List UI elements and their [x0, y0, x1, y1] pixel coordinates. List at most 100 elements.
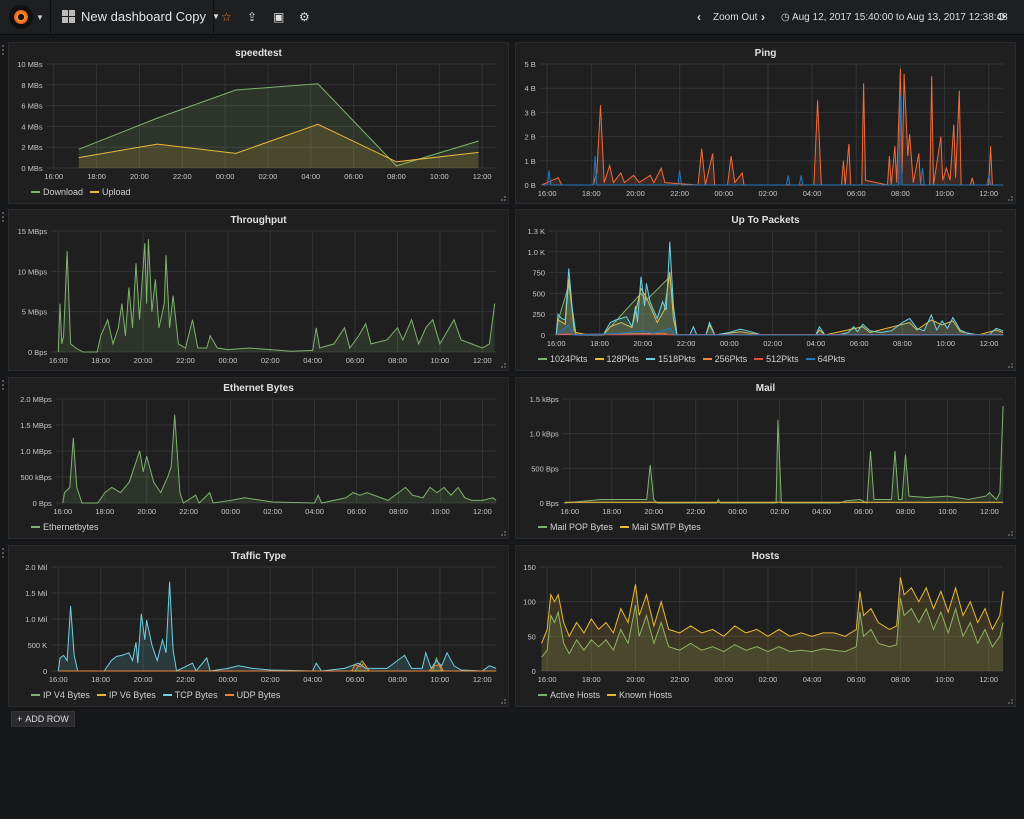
panel-resize-handle[interactable]: [501, 531, 506, 536]
legend-item[interactable]: Mail POP Bytes: [538, 522, 613, 532]
y-tick-label: 10 MBs: [17, 60, 43, 69]
save-icon[interactable]: ▣: [273, 10, 284, 24]
legend-item[interactable]: Mail SMTP Bytes: [619, 522, 701, 532]
graph[interactable]: 0 250 500 750 1.0 K 1.3 K 16:00 18:00 20:00 22:00…: [516, 210, 1017, 372]
legend-item[interactable]: 512Pkts: [754, 354, 799, 364]
legend-item[interactable]: Download: [31, 187, 83, 197]
x-tick-label: 20:00: [626, 675, 645, 684]
row-drag-handle[interactable]: [2, 380, 4, 390]
graph[interactable]: 0 50 100 150 16:00 18:00 20:00 22:00 00:00 02:00 0…: [516, 546, 1017, 708]
x-tick-label: 22:00: [176, 675, 195, 684]
x-tick-label: 08:00: [891, 189, 910, 198]
time-forward-chevron-icon[interactable]: ›: [761, 10, 765, 24]
x-tick-label: 22:00: [686, 507, 705, 516]
panel-speedtest: speedtest 0 MBs 2 MBs 4 MBs 6 MBs 8 MBs 10 MBs…: [2, 42, 510, 205]
y-tick-label: 0: [532, 667, 536, 676]
panel-resize-handle[interactable]: [1008, 531, 1013, 536]
x-tick-label: 06:00: [347, 507, 366, 516]
panel-resize-handle[interactable]: [1008, 196, 1013, 201]
time-range-picker[interactable]: ◷ Aug 12, 2017 15:40:00 to Aug 13, 2017 …: [781, 12, 1008, 23]
y-tick-label: 1.0 K: [527, 248, 545, 257]
legend-item[interactable]: Upload: [90, 187, 131, 197]
time-back-chevron-icon[interactable]: ‹: [697, 10, 701, 24]
x-tick-label: 02:00: [759, 189, 778, 198]
panel-resize-handle[interactable]: [501, 699, 506, 704]
y-tick-label: 500: [532, 289, 545, 298]
legend-item[interactable]: 128Pkts: [594, 354, 640, 364]
row-drag-handle[interactable]: [2, 548, 4, 558]
legend-item[interactable]: 1024Pkts: [538, 354, 588, 364]
y-tick-label: 0 B: [525, 181, 536, 190]
legend-item[interactable]: Active Hosts: [538, 690, 600, 700]
share-icon[interactable]: ⇪: [247, 10, 257, 24]
row-drag-handle[interactable]: [2, 212, 4, 222]
x-tick-label: 04:00: [806, 339, 825, 348]
legend-label: 128Pkts: [606, 354, 640, 364]
legend-item[interactable]: IP V6 Bytes: [96, 690, 156, 700]
x-tick-label: 08:00: [387, 172, 406, 181]
zoom-out-button[interactable]: Zoom Out: [713, 12, 757, 23]
x-tick-label: 10:00: [430, 172, 449, 181]
x-tick-label: 22:00: [670, 675, 689, 684]
row-drag-handle[interactable]: [2, 45, 4, 55]
x-tick-label: 04:00: [803, 675, 822, 684]
graph[interactable]: 0 Bps 5 MBps 10 MBps 15 MBps 16:00 18:00 20:00…: [9, 210, 510, 372]
panel-resize-handle[interactable]: [1008, 363, 1013, 368]
x-tick-label: 18:00: [590, 339, 609, 348]
legend-swatch: [31, 526, 40, 528]
grafana-logo-icon: [14, 10, 28, 24]
x-tick-label: 08:00: [891, 675, 910, 684]
graph[interactable]: 0 500 K 1.0 Mil 1.5 Mil 2.0 Mil 16:00 18:00 20:…: [9, 546, 510, 708]
panel-resize-handle[interactable]: [1008, 699, 1013, 704]
graph[interactable]: 0 B 1 B 2 B 3 B 4 B 5 B 16:00 18:00 20:00 22:00 00…: [516, 43, 1017, 205]
legend-item[interactable]: 256Pkts: [702, 354, 747, 364]
graph[interactable]: 0 MBs 2 MBs 4 MBs 6 MBs 8 MBs 10 MBs 16:00 18:0…: [9, 43, 510, 205]
legend-item[interactable]: Known Hosts: [607, 690, 672, 700]
x-tick-label: 18:00: [95, 507, 114, 516]
panel-resize-handle[interactable]: [501, 363, 506, 368]
x-tick-label: 06:00: [847, 675, 866, 684]
legend-item[interactable]: UDP Bytes: [224, 690, 280, 700]
graph[interactable]: 0 Bps 500 Bps 1.0 kBps 1.5 kBps 16:00 18:00 20…: [516, 378, 1017, 540]
y-tick-label: 5 MBps: [22, 308, 48, 317]
x-tick-label: 18:00: [87, 172, 106, 181]
grafana-logo-menu[interactable]: [9, 5, 33, 29]
legend-item[interactable]: 1518Pkts: [646, 354, 696, 364]
refresh-icon[interactable]: ⟳: [997, 10, 1007, 24]
panel-ping: Ping 0 B1 B2 B3 B4 B5 B 16:00 18:00 20:00 22:…: [515, 42, 1016, 204]
y-tick-label: 250: [532, 310, 545, 319]
x-tick-label: 00:00: [714, 675, 733, 684]
legend: IP V4 Bytes IP V6 Bytes TCP Bytes UDP Bytes: [31, 690, 280, 700]
legend-item[interactable]: 64Pkts: [805, 354, 845, 364]
x-tick-label: 12:00: [473, 172, 492, 181]
x-tick-label: 20:00: [626, 189, 645, 198]
x-tick-label: 08:00: [388, 356, 407, 365]
x-tick-label: 02:00: [261, 356, 280, 365]
legend-item[interactable]: Ethernetbytes: [31, 522, 99, 532]
legend-swatch: [31, 191, 40, 193]
x-tick-label: 18:00: [602, 507, 621, 516]
y-tick-label: 2.0 Mil: [25, 563, 47, 572]
dashboard-title: New dashboard Copy: [81, 9, 207, 24]
star-icon[interactable]: ☆: [221, 10, 232, 24]
x-tick-label: 02:00: [259, 172, 278, 181]
add-row-button[interactable]: + ADD ROW: [11, 711, 75, 727]
x-tick-label: 10:00: [935, 189, 954, 198]
y-tick-label: 750: [532, 269, 545, 278]
legend-item[interactable]: TCP Bytes: [162, 690, 218, 700]
x-tick-label: 04:00: [303, 675, 322, 684]
dashboard-picker[interactable]: New dashboard Copy ▼: [62, 9, 220, 24]
top-navbar: ▼ New dashboard Copy ▼ ☆ ⇪ ▣ ⚙ ‹ Zoom Ou…: [0, 0, 1024, 35]
x-tick-label: 16:00: [547, 339, 566, 348]
graph[interactable]: 0 Bps 500 kBps 1.0 MBps 1.5 MBps 2.0 MBps 16:…: [9, 378, 510, 540]
legend-swatch: [224, 694, 234, 696]
settings-gear-icon[interactable]: ⚙: [299, 10, 310, 24]
x-tick-label: 08:00: [389, 507, 408, 516]
legend-label: 1024Pkts: [550, 354, 588, 364]
panel-resize-handle[interactable]: [501, 196, 506, 201]
series-area: [564, 405, 1004, 503]
x-tick-label: 08:00: [893, 339, 912, 348]
x-tick-label: 06:00: [346, 356, 365, 365]
legend-item[interactable]: IP V4 Bytes: [31, 690, 90, 700]
legend-swatch: [90, 191, 100, 193]
